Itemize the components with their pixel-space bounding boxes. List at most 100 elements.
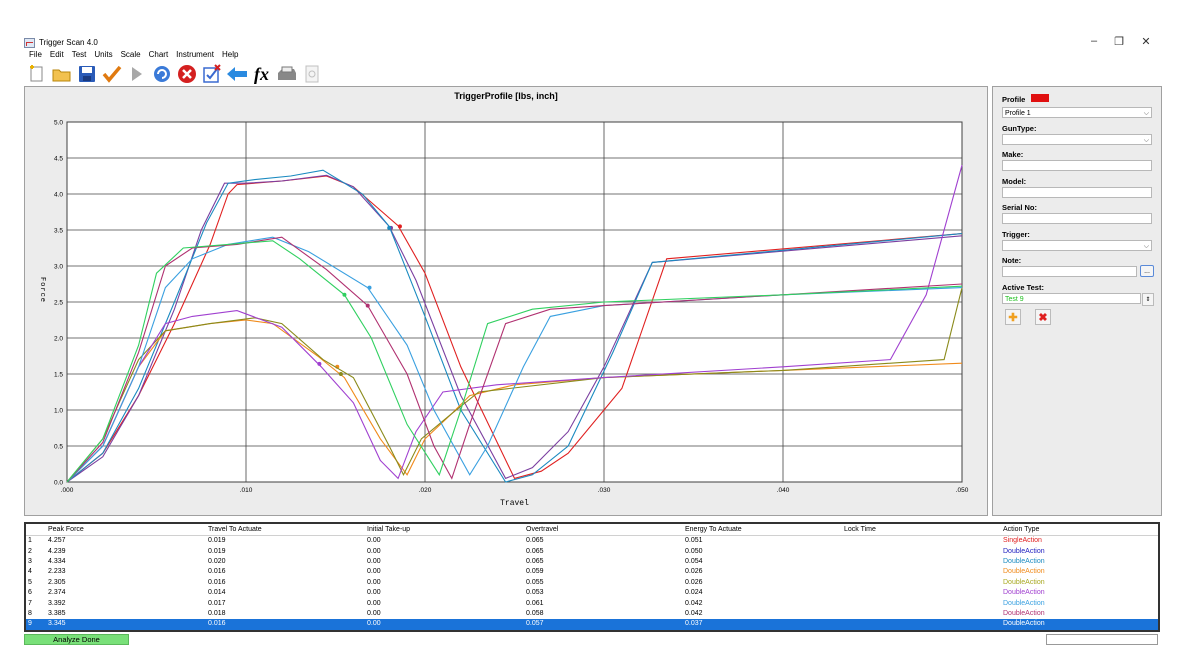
col-header-takeup[interactable]: Initial Take-up (365, 524, 524, 536)
print-preview-icon[interactable] (301, 64, 322, 85)
travel-cell: 0.016 (206, 619, 365, 630)
note-field[interactable] (1002, 266, 1137, 277)
takeup-cell: 0.00 (365, 619, 524, 630)
y-tick-label: 5.0 (54, 120, 63, 127)
menu-chart[interactable]: Chart (149, 50, 169, 62)
action-type-cell: DoubleAction (1003, 578, 1045, 586)
menu-file[interactable]: File (29, 50, 42, 62)
col-header-travel[interactable]: Travel To Actuate (206, 524, 365, 536)
stop-icon[interactable] (176, 64, 197, 85)
table-row[interactable]: 5 2.305 0.016 0.00 0.055 0.026 DoubleAction (26, 578, 1158, 588)
takeup-cell: 0.00 (367, 609, 381, 617)
table-row[interactable]: 3 4.334 0.020 0.00 0.065 0.054 DoubleAction (26, 557, 1158, 567)
menu-units[interactable]: Units (94, 50, 112, 62)
model-field[interactable] (1002, 187, 1152, 198)
peak-force-cell: 4.239 (48, 547, 66, 555)
x-tick-label: .050 (956, 487, 969, 494)
energy-cell: 0.042 (685, 599, 703, 607)
minimize-button[interactable]: – (1084, 35, 1104, 47)
checkbox-icon[interactable] (201, 64, 222, 85)
y-tick-label: 0.5 (54, 444, 63, 451)
trigger-profile-chart[interactable]: .000 .010 .020 .030 .040 .050 0.0 0.5 1.0 1.5 2.0 2… (25, 87, 985, 513)
guntype-select[interactable]: ⌵ (1002, 134, 1152, 145)
y-tick-label: 3.5 (54, 228, 63, 235)
overtravel-cell: 0.065 (526, 547, 544, 555)
menu-scale[interactable]: Scale (121, 50, 141, 62)
peak-force-cell: 3.345 (46, 619, 206, 630)
series-marker-8 (365, 303, 370, 308)
table-header-row: Peak Force Travel To Actuate Initial Tak… (26, 524, 1158, 536)
note-browse-button[interactable]: ... (1140, 265, 1154, 277)
trigger-select[interactable]: ⌵ (1002, 240, 1152, 251)
chevron-down-icon: ⌵ (1143, 110, 1149, 117)
x-tick-label: .040 (777, 487, 790, 494)
save-icon[interactable] (76, 64, 97, 85)
row-index: 8 (28, 609, 32, 617)
y-tick-label: 4.0 (54, 192, 63, 199)
peak-force-cell: 3.385 (48, 609, 66, 617)
takeup-cell: 0.00 (367, 547, 381, 555)
row-index: 5 (28, 578, 32, 586)
table-row[interactable]: 2 4.239 0.019 0.00 0.065 0.050 DoubleAction (26, 546, 1158, 556)
profile-color-swatch[interactable] (1031, 94, 1049, 102)
col-header-peak-force[interactable]: Peak Force (46, 524, 206, 536)
table-row[interactable]: 7 3.392 0.017 0.00 0.061 0.042 DoubleAction (26, 598, 1158, 608)
row-index: 1 (28, 537, 32, 545)
status-progress (1046, 634, 1158, 645)
col-header-energy[interactable]: Energy To Actuate (683, 524, 842, 536)
open-folder-icon[interactable] (51, 64, 72, 85)
table-row[interactable]: 6 2.374 0.014 0.00 0.053 0.024 DoubleAction (26, 588, 1158, 598)
active-test-spinner[interactable]: ⇕ (1142, 293, 1154, 306)
row-index: 4 (28, 568, 32, 576)
col-header-index[interactable] (26, 524, 46, 536)
travel-cell: 0.020 (208, 557, 226, 565)
active-test-label: Active Test: (1002, 283, 1044, 292)
serial-field[interactable] (1002, 213, 1152, 224)
profile-select[interactable]: Profile 1 ⌵ (1002, 107, 1152, 118)
peak-force-cell: 4.257 (48, 537, 66, 545)
action-type-cell: DoubleAction (1003, 599, 1045, 607)
active-test-field[interactable]: Test 9 (1002, 293, 1141, 304)
delete-x-icon[interactable]: ✖ (1035, 309, 1051, 325)
travel-cell: 0.019 (208, 547, 226, 555)
table-row[interactable]: 8 3.385 0.018 0.00 0.058 0.042 DoubleAction (26, 609, 1158, 619)
col-header-lock-time[interactable]: Lock Time (842, 524, 1001, 536)
series-marker-6 (317, 361, 322, 366)
row-index: 2 (28, 547, 32, 555)
col-header-action-type[interactable]: Action Type (1001, 524, 1158, 536)
plus-icon[interactable]: ✚ (1005, 309, 1021, 325)
energy-cell: 0.024 (685, 589, 703, 597)
active-test-value: Test 9 (1005, 296, 1024, 303)
overtravel-cell: 0.053 (526, 589, 544, 597)
table-row[interactable]: 1 4.257 0.019 0.00 0.065 0.051 SingleAction (26, 536, 1158, 547)
check-icon[interactable] (101, 64, 122, 85)
menu-help[interactable]: Help (222, 50, 238, 62)
col-header-overtravel[interactable]: Overtravel (524, 524, 683, 536)
table-row[interactable]: 9 3.345 0.016 0.00 0.057 0.037 DoubleAction (26, 619, 1158, 630)
menu-instrument[interactable]: Instrument (176, 50, 214, 62)
profile-label: Profile (1002, 95, 1026, 104)
fx-icon[interactable]: fx (251, 64, 272, 85)
new-icon[interactable] (26, 64, 47, 85)
row-index: 3 (28, 557, 32, 565)
profile-side-panel: Profile Profile 1 ⌵ GunType: ⌵ Make: Mode… (992, 86, 1162, 516)
overtravel-cell: 0.058 (526, 609, 544, 617)
back-arrow-icon[interactable] (226, 64, 247, 85)
window-title: Trigger Scan 4.0 (39, 38, 98, 47)
peak-force-cell: 2.374 (48, 589, 66, 597)
action-type-cell: DoubleAction (1003, 589, 1045, 597)
action-type-cell: SingleAction (1003, 537, 1042, 545)
play-icon[interactable] (126, 64, 147, 85)
series-marker-7 (367, 285, 372, 290)
print-icon[interactable] (276, 64, 297, 85)
restore-button[interactable]: ❐ (1109, 35, 1129, 48)
make-label: Make: (1002, 150, 1024, 159)
overtravel-cell: 0.065 (526, 537, 544, 545)
serial-label: Serial No: (1002, 203, 1038, 212)
table-row[interactable]: 4 2.233 0.016 0.00 0.059 0.026 DoubleAction (26, 567, 1158, 577)
menu-edit[interactable]: Edit (50, 50, 64, 62)
refresh-icon[interactable] (151, 64, 172, 85)
menu-test[interactable]: Test (72, 50, 87, 62)
close-button[interactable]: ✕ (1136, 35, 1156, 48)
make-field[interactable] (1002, 160, 1152, 171)
